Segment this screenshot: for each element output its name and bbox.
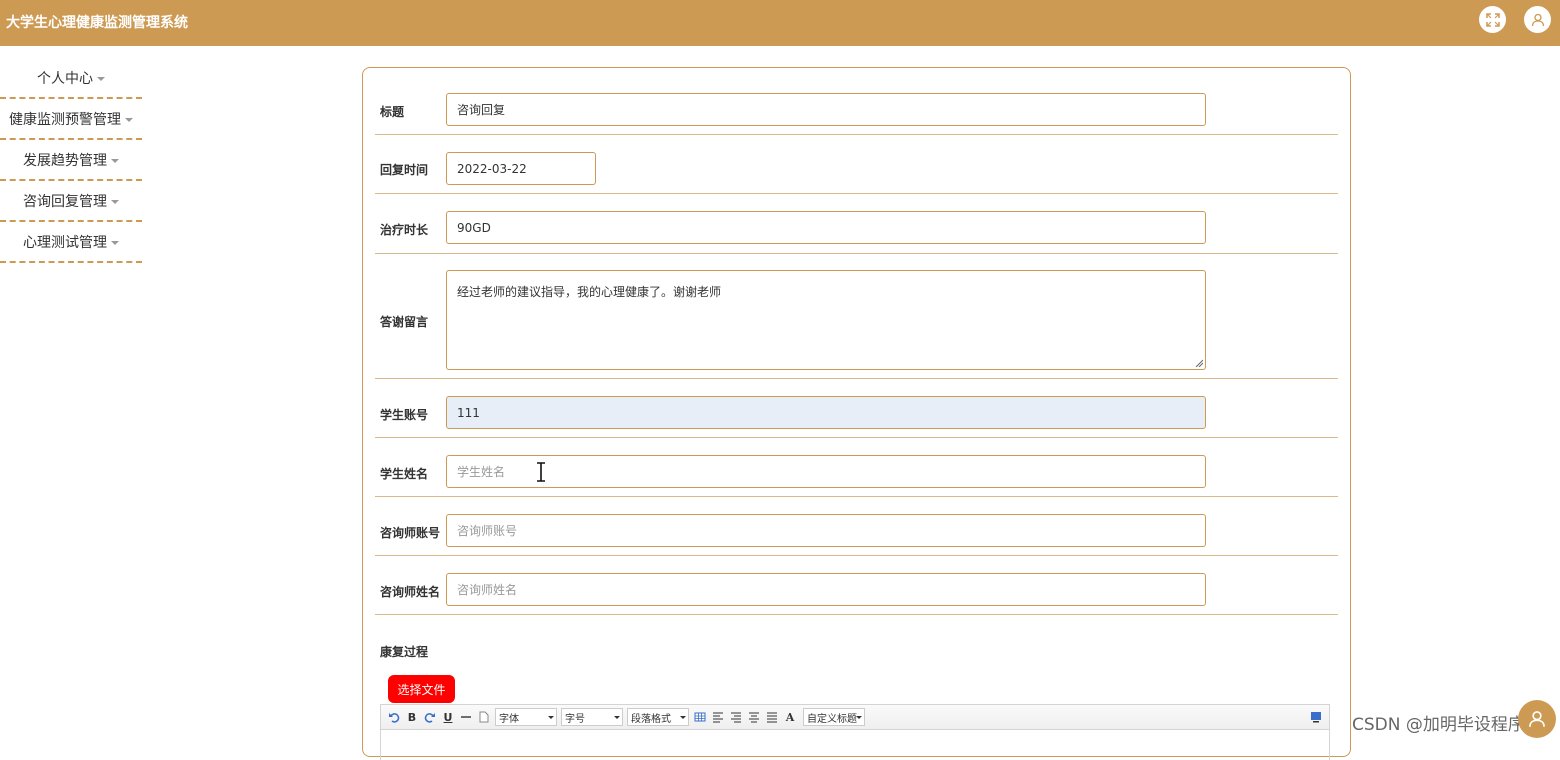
treatment-duration-input[interactable]: 90GD — [446, 211, 1206, 244]
sidebar-item-psych-test[interactable]: 心理测试管理 — [0, 222, 142, 263]
sidebar-item-label: 个人中心 — [37, 70, 93, 87]
recovery-process-label: 康复过程 — [380, 645, 429, 659]
undo-icon[interactable] — [387, 709, 401, 725]
choose-file-button[interactable]: 选择文件 — [388, 675, 455, 703]
sidebar-item-label: 心理测试管理 — [23, 234, 107, 251]
thanks-message-textarea[interactable]: 经过老师的建议指导，我的心理健康了。谢谢老师 — [446, 270, 1206, 370]
align-left-icon[interactable] — [711, 709, 725, 725]
form-row-treatment-duration: 治疗时长 90GD — [375, 194, 1338, 254]
field-label: 治疗时长 — [380, 223, 429, 237]
dropdown-arrow-icon — [548, 716, 554, 719]
form-row-counselor-name: 咨询师姓名 咨询师姓名 — [375, 556, 1338, 615]
sidebar-item-label: 咨询回复管理 — [23, 193, 107, 210]
form-row-thanks-message: 答谢留言 经过老师的建议指导，我的心理健康了。谢谢老师 — [375, 254, 1338, 379]
sidebar-item-health-monitoring[interactable]: 健康监测预警管理 — [0, 99, 142, 140]
custom-title-value: 自定义标题 — [807, 713, 857, 725]
font-size-select[interactable]: 字号 — [561, 708, 623, 726]
top-bar: 大学生心理健康监测管理系统 — [0, 0, 1560, 46]
bold-button[interactable]: B — [405, 709, 419, 725]
rich-editor-content[interactable] — [380, 730, 1330, 760]
app-title: 大学生心理健康监测管理系统 — [6, 15, 188, 31]
title-input[interactable]: 咨询回复 — [446, 93, 1206, 126]
field-label: 学生姓名 — [380, 467, 429, 481]
horizontal-rule-icon[interactable] — [459, 709, 473, 725]
sidebar-item-consult-reply[interactable]: 咨询回复管理 — [0, 181, 142, 222]
font-size-value: 字号 — [565, 713, 585, 725]
resize-grip-icon[interactable] — [1195, 359, 1203, 367]
dropdown-arrow-icon — [680, 716, 686, 719]
field-label: 答谢留言 — [380, 315, 429, 329]
font-family-value: 字体 — [499, 713, 519, 725]
counselor-name-input[interactable]: 咨询师姓名 — [446, 573, 1206, 606]
caret-down-icon — [125, 117, 133, 122]
font-color-button[interactable]: A — [783, 709, 797, 725]
font-family-select[interactable]: 字体 — [495, 708, 557, 726]
fullscreen-button[interactable] — [1479, 6, 1506, 33]
form-row-student-name: 学生姓名 学生姓名 — [375, 438, 1338, 497]
rich-editor-toolbar: B U 字体 字号 段落格式 A 自定义标题 — [380, 704, 1330, 730]
font-color-label: A — [785, 710, 795, 724]
underline-button[interactable]: U — [441, 709, 455, 725]
sidebar-item-label: 健康监测预警管理 — [9, 111, 121, 128]
fullscreen-icon — [1485, 12, 1500, 27]
user-icon — [1529, 711, 1545, 727]
student-name-input[interactable]: 学生姓名 — [446, 455, 1206, 488]
field-label: 咨询师姓名 — [380, 585, 441, 599]
form-row-counselor-account: 咨询师账号 咨询师账号 — [375, 497, 1338, 556]
text-cursor-icon — [537, 462, 545, 482]
watermark: CSDN @加明毕设程序 — [1352, 715, 1525, 735]
preview-icon[interactable] — [1309, 709, 1323, 725]
sidebar-item-personal-center[interactable]: 个人中心 — [0, 58, 142, 99]
caret-down-icon — [111, 199, 119, 204]
user-icon — [1531, 13, 1544, 26]
dropdown-arrow-icon — [614, 716, 620, 719]
align-justify-icon[interactable] — [765, 709, 779, 725]
floating-avatar[interactable] — [1518, 700, 1556, 738]
redo-icon[interactable] — [423, 709, 437, 725]
sidebar: 个人中心 健康监测预警管理 发展趋势管理 咨询回复管理 心理测试管理 — [0, 58, 142, 263]
caret-down-icon — [111, 240, 119, 245]
sidebar-item-trend[interactable]: 发展趋势管理 — [0, 140, 142, 181]
form-panel: 标题 咨询回复 回复时间 2022-03-22 治疗时长 90GD 答谢留言 经… — [362, 67, 1351, 760]
align-center-icon[interactable] — [747, 709, 761, 725]
sidebar-item-label: 发展趋势管理 — [23, 152, 107, 169]
field-label: 回复时间 — [380, 163, 429, 177]
form-row-title: 标题 咨询回复 — [375, 68, 1338, 135]
paragraph-format-value: 段落格式 — [631, 713, 671, 725]
reply-time-input[interactable]: 2022-03-22 — [446, 152, 596, 185]
paragraph-format-select[interactable]: 段落格式 — [627, 708, 689, 726]
caret-down-icon — [97, 76, 105, 81]
form-row-student-account: 学生账号 111 — [375, 379, 1338, 438]
student-account-input[interactable]: 111 — [446, 396, 1206, 429]
user-menu-button[interactable] — [1524, 6, 1551, 33]
textarea-content: 经过老师的建议指导，我的心理健康了。谢谢老师 — [457, 285, 722, 299]
align-right-icon[interactable] — [729, 709, 743, 725]
counselor-account-input[interactable]: 咨询师账号 — [446, 514, 1206, 547]
caret-down-icon — [111, 158, 119, 163]
custom-title-select[interactable]: 自定义标题 — [803, 708, 865, 726]
field-label: 咨询师账号 — [380, 526, 441, 540]
dropdown-arrow-icon — [856, 716, 862, 719]
table-icon[interactable] — [693, 709, 707, 725]
document-icon[interactable] — [477, 709, 491, 725]
form-row-reply-time: 回复时间 2022-03-22 — [375, 135, 1338, 194]
field-label: 学生账号 — [380, 408, 429, 422]
field-label: 标题 — [380, 105, 405, 119]
